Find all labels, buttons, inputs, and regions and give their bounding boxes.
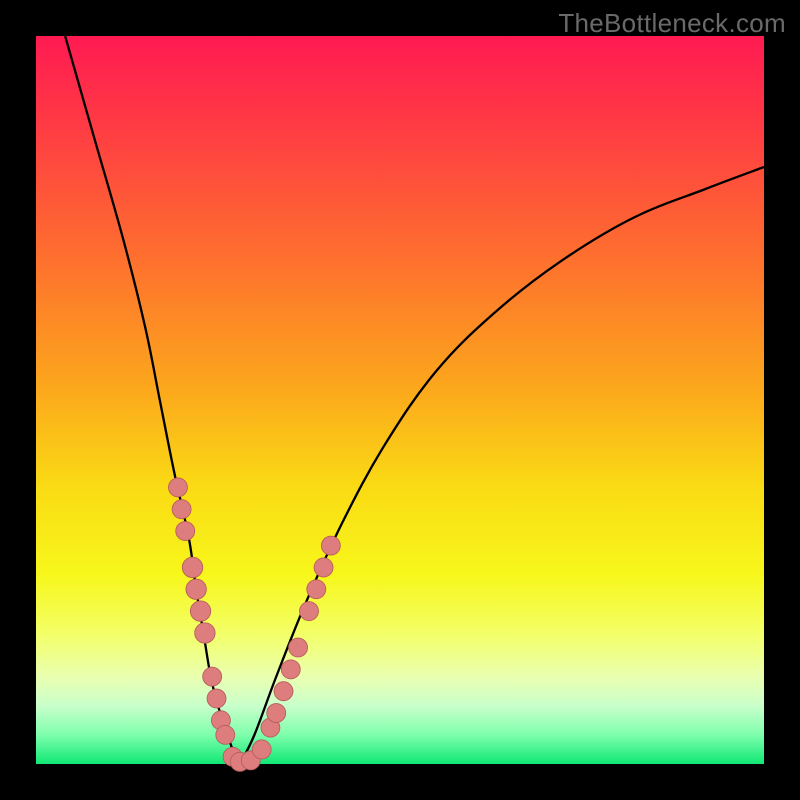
bead-marker bbox=[190, 601, 210, 621]
bead-marker bbox=[281, 660, 300, 679]
watermark-text: TheBottleneck.com bbox=[558, 8, 786, 39]
bead-marker bbox=[300, 602, 319, 621]
bead-marker bbox=[321, 536, 340, 555]
bead-marker bbox=[274, 682, 293, 701]
bead-marker bbox=[314, 558, 333, 577]
bead-marker bbox=[172, 500, 191, 519]
bead-marker bbox=[267, 704, 286, 723]
bead-marker bbox=[168, 478, 187, 497]
curve-right bbox=[240, 167, 764, 764]
chart-svg bbox=[36, 36, 764, 764]
bead-marker bbox=[252, 740, 271, 759]
curve-group bbox=[65, 36, 764, 764]
chart-frame: TheBottleneck.com bbox=[0, 0, 800, 800]
bead-marker bbox=[186, 579, 206, 599]
marker-group bbox=[168, 478, 340, 771]
bead-marker bbox=[216, 725, 235, 744]
bead-marker bbox=[207, 689, 226, 708]
bead-marker bbox=[289, 638, 308, 657]
bead-marker bbox=[203, 667, 222, 686]
bead-marker bbox=[195, 623, 215, 643]
plot-area bbox=[36, 36, 764, 764]
bead-marker bbox=[182, 557, 202, 577]
bead-marker bbox=[176, 522, 195, 541]
curve-left bbox=[65, 36, 240, 764]
bead-marker bbox=[307, 580, 326, 599]
